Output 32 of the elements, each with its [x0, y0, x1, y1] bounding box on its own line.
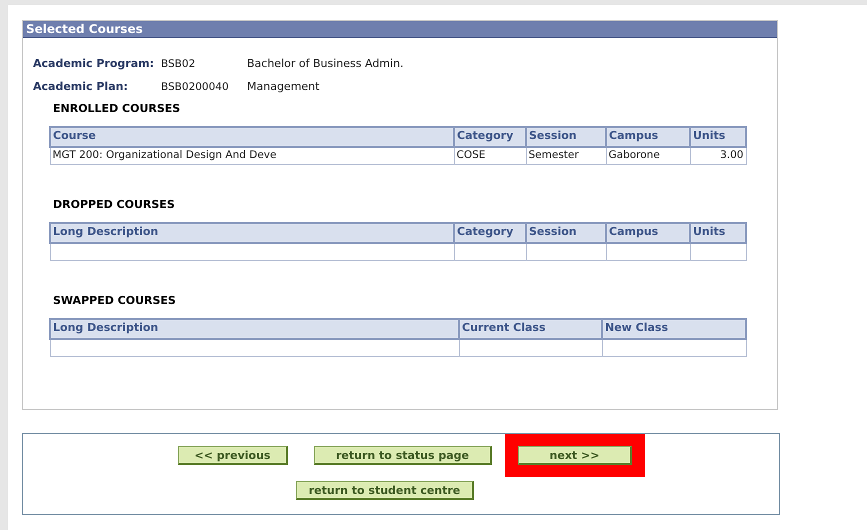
column-header: Long Description — [50, 318, 459, 338]
action-button[interactable]: return to status page — [314, 446, 492, 465]
action-button[interactable]: << previous — [178, 446, 288, 465]
column-header: Category — [454, 222, 526, 242]
section-title: DROPPED COURSES — [52, 197, 176, 213]
table-cell: Semester — [526, 146, 606, 164]
table-cell: MGT 200: Organizational Design And Deve — [50, 146, 454, 164]
column-header: Campus — [606, 222, 690, 242]
field-code: BSB02 — [161, 56, 196, 72]
column-header: Current Class — [459, 318, 602, 338]
section-title: SWAPPED COURSES — [52, 293, 177, 309]
field-value: Management — [247, 79, 320, 96]
column-header: Category — [454, 126, 526, 146]
section-title: ENROLLED COURSES — [52, 101, 182, 117]
column-header: Session — [526, 126, 606, 146]
table-cell: COSE — [454, 146, 526, 164]
action-button[interactable]: return to student centre — [296, 481, 474, 500]
panel-title: Selected Courses — [23, 21, 777, 38]
column-header: New Class — [602, 318, 746, 338]
field-label: Academic Program: — [33, 56, 155, 72]
column-header: Units — [690, 222, 746, 242]
column-header: Course — [50, 126, 454, 146]
field-code: BSB0200040 — [161, 80, 230, 95]
field-label: Academic Plan: — [33, 79, 129, 96]
action-button[interactable]: next >> — [518, 446, 632, 465]
column-header: Long Description — [50, 222, 454, 242]
table-cell: 3.00 — [690, 146, 746, 164]
table-cell: Gaborone — [606, 146, 690, 164]
column-header: Session — [526, 222, 606, 242]
column-header: Campus — [606, 126, 690, 146]
field-value: Bachelor of Business Admin. — [247, 56, 404, 72]
column-header: Units — [690, 126, 746, 146]
